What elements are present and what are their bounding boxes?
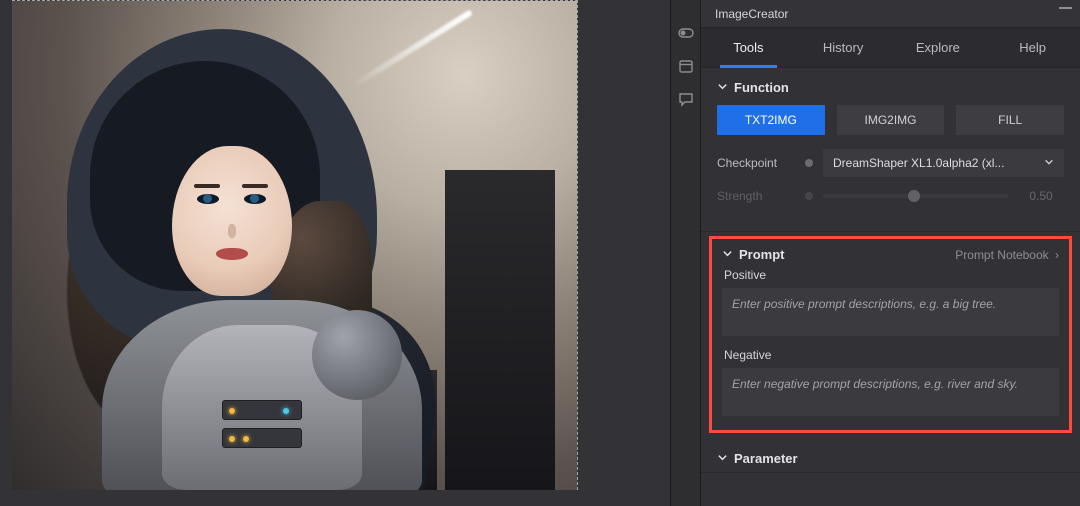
vertical-toolstrip (670, 0, 700, 506)
checkpoint-select[interactable]: DreamShaper XL1.0alpha2 (xl... (823, 149, 1064, 177)
checkpoint-value: DreamShaper XL1.0alpha2 (xl... (833, 156, 1004, 170)
section-title: Parameter (734, 451, 798, 466)
armor-panel (222, 400, 302, 420)
building-shape (445, 170, 555, 490)
section-function: Function TXT2IMG IMG2IMG FILL Checkpoint… (701, 68, 1080, 232)
slider-thumb[interactable] (908, 190, 920, 202)
mode-buttons: TXT2IMG IMG2IMG FILL (717, 105, 1064, 135)
generated-image (12, 1, 577, 490)
light-streak (351, 9, 473, 88)
toggle-icon[interactable] (678, 25, 694, 44)
checkpoint-label: Checkpoint (717, 156, 795, 170)
canvas-area[interactable] (0, 0, 700, 506)
section-parameter: Parameter (701, 439, 1080, 473)
strength-slider[interactable] (823, 194, 1008, 198)
strength-value: 0.50 (1018, 189, 1064, 203)
strength-row: Strength 0.50 (717, 189, 1064, 203)
calendar-icon[interactable] (678, 58, 694, 77)
negative-label: Negative (724, 348, 1059, 362)
tab-history[interactable]: History (796, 28, 891, 68)
chevron-right-icon: › (1055, 248, 1059, 262)
section-title: Function (734, 80, 789, 95)
negative-prompt-input[interactable]: Enter negative prompt descriptions, e.g.… (722, 368, 1059, 416)
app-root: ImageCreator Tools History Explore Help … (0, 0, 1080, 506)
imagecreator-panel: ImageCreator Tools History Explore Help … (700, 0, 1080, 506)
section-heading-function[interactable]: Function (717, 80, 1064, 95)
artboard[interactable] (12, 0, 578, 490)
mode-img2img-button[interactable]: IMG2IMG (837, 105, 945, 135)
tab-help[interactable]: Help (985, 28, 1080, 68)
prompt-notebook-link[interactable]: Prompt Notebook › (955, 248, 1059, 262)
section-heading-prompt[interactable]: Prompt Prompt Notebook › (722, 247, 1059, 262)
minimize-icon[interactable] (1059, 7, 1072, 9)
tab-explore[interactable]: Explore (891, 28, 986, 68)
mode-fill-button[interactable]: FILL (956, 105, 1064, 135)
panel-tabs: Tools History Explore Help (701, 28, 1080, 68)
status-dot-icon (805, 159, 813, 167)
chat-icon[interactable] (678, 91, 694, 110)
mode-txt2img-button[interactable]: TXT2IMG (717, 105, 825, 135)
positive-prompt-input[interactable]: Enter positive prompt descriptions, e.g.… (722, 288, 1059, 336)
panel-title-bar: ImageCreator (701, 0, 1080, 28)
section-heading-parameter[interactable]: Parameter (717, 451, 1064, 466)
panel-body: Function TXT2IMG IMG2IMG FILL Checkpoint… (701, 68, 1080, 506)
armor-panel (222, 428, 302, 448)
strength-label: Strength (717, 189, 795, 203)
panel-window-controls[interactable] (1059, 7, 1072, 9)
positive-label: Positive (724, 268, 1059, 282)
tab-tools[interactable]: Tools (701, 28, 796, 68)
chevron-down-icon (1044, 157, 1054, 170)
panel-title: ImageCreator (715, 7, 788, 21)
chevron-down-icon (722, 247, 733, 262)
figure-shoulder (312, 310, 402, 400)
status-dot-icon (805, 192, 813, 200)
section-title: Prompt (739, 247, 785, 262)
checkpoint-row: Checkpoint DreamShaper XL1.0alpha2 (xl..… (717, 149, 1064, 177)
section-prompt-highlight: Prompt Prompt Notebook › Positive Enter … (709, 236, 1072, 433)
chevron-down-icon (717, 80, 728, 95)
chevron-down-icon (717, 451, 728, 466)
figure-face (172, 146, 292, 296)
